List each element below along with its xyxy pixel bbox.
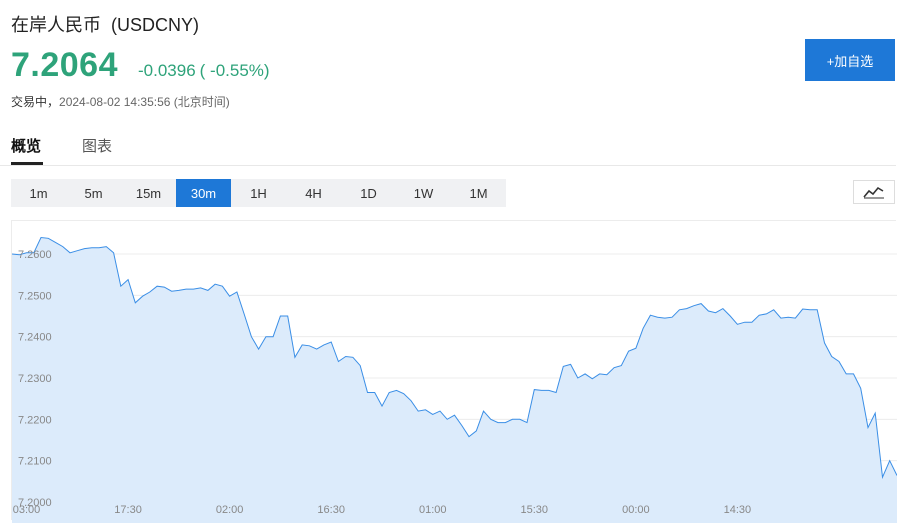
- period-30m[interactable]: 30m: [176, 179, 231, 207]
- period-15m[interactable]: 15m: [121, 179, 176, 207]
- period-1w[interactable]: 1W: [396, 179, 451, 207]
- period-5m[interactable]: 5m: [66, 179, 121, 207]
- price-change: -0.0396: [138, 61, 196, 80]
- period-1h[interactable]: 1H: [231, 179, 286, 207]
- x-axis-label: 15:30: [521, 504, 549, 516]
- y-axis-label: 7.2500: [18, 290, 52, 302]
- x-axis-label: 01:00: [419, 504, 447, 516]
- y-axis-label: 7.2200: [18, 414, 52, 426]
- period-selector: 1m 5m 15m 30m 1H 4H 1D 1W 1M: [11, 179, 506, 207]
- x-axis-label: 14:30: [724, 504, 752, 516]
- period-1d[interactable]: 1D: [341, 179, 396, 207]
- price-area-fill: [12, 237, 897, 523]
- period-1mo[interactable]: 1M: [451, 179, 506, 207]
- x-axis-label: 02:00: [216, 504, 244, 516]
- y-axis-label: 7.2400: [18, 332, 52, 344]
- status-separator: ，: [47, 95, 60, 109]
- price-row: 7.2064 -0.0396 ( -0.55%): [11, 46, 270, 85]
- line-chart-icon: [863, 186, 884, 199]
- price-chart: 7.2600 7.2500 7.2400 7.2300 7.2200 7.2100 7.20…: [11, 220, 897, 523]
- tab-bar: 概览 图表: [0, 126, 896, 166]
- x-axis-label: 03:00: [13, 504, 41, 516]
- x-axis-label: 16:30: [317, 504, 345, 516]
- y-axis-label: 7.2600: [18, 249, 52, 261]
- current-price: 7.2064: [11, 46, 118, 84]
- period-4h[interactable]: 4H: [286, 179, 341, 207]
- instrument-title: 在岸人民币 (USDCNY): [11, 15, 199, 35]
- add-to-watchlist-button[interactable]: +加自选: [805, 39, 895, 81]
- y-axis-label: 7.2300: [18, 373, 52, 385]
- quote-timestamp: 2024-08-02 14:35:56 (北京时间): [59, 95, 230, 109]
- trading-status: 交易中: [11, 95, 48, 109]
- y-axis-label: 7.2100: [18, 456, 52, 468]
- trading-status-row: 交易中，2024-08-02 14:35:56 (北京时间): [11, 93, 230, 110]
- x-axis-label: 17:30: [114, 504, 142, 516]
- tab-chart[interactable]: 图表: [82, 135, 112, 156]
- price-change-percent: ( -0.55%): [199, 61, 270, 80]
- price-chart-svg: 7.26007.25007.24007.23007.22007.21007.20…: [12, 236, 897, 523]
- x-axis-label: 00:00: [622, 504, 650, 516]
- chart-type-button[interactable]: [853, 180, 895, 204]
- active-tab-indicator: [11, 162, 43, 165]
- tab-overview[interactable]: 概览: [11, 135, 41, 156]
- period-1m[interactable]: 1m: [11, 179, 66, 207]
